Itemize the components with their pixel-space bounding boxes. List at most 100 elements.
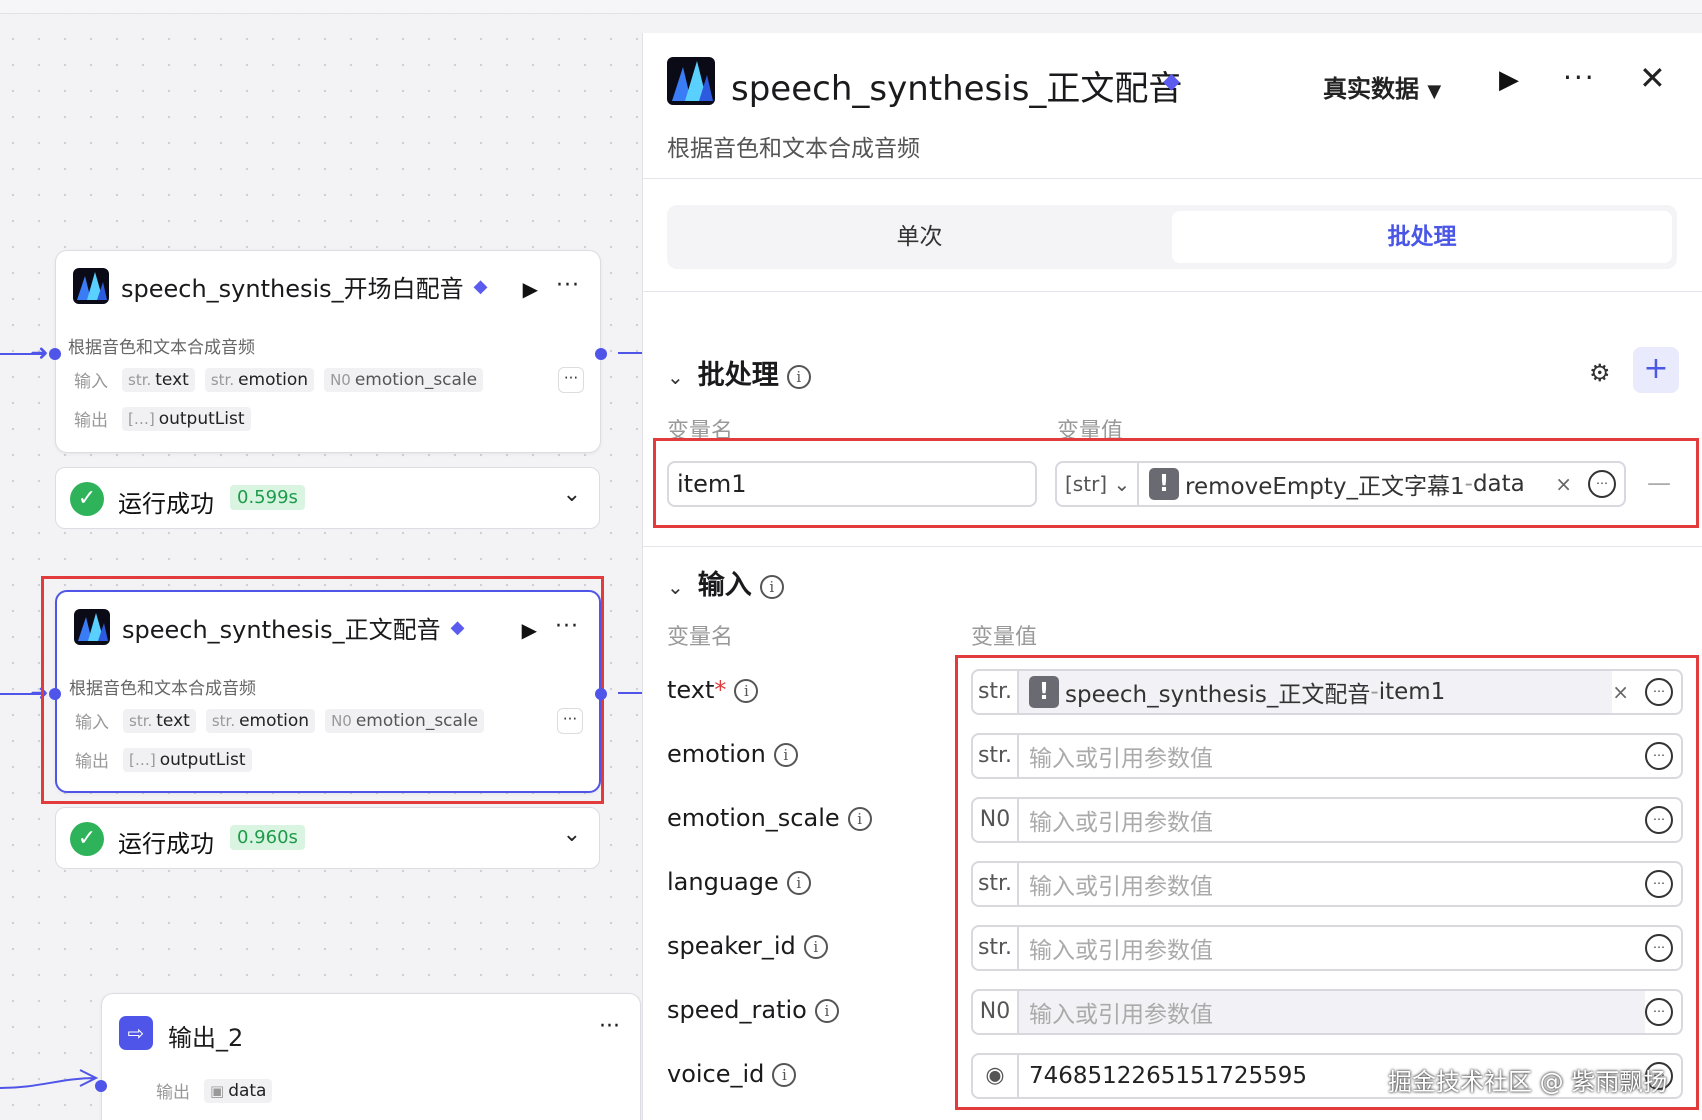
warning-icon: !: [1149, 468, 1179, 500]
param-speed-ratio-input[interactable]: N0 输入或引用参数值 ⋯: [971, 989, 1683, 1035]
type-badge: str.: [973, 927, 1019, 969]
node-speech-synthesis-body[interactable]: speech_synthesis_正文配音 ◆ ▶ ··· 根据音色和文本合成音…: [49, 590, 607, 793]
edge-out-1: [618, 352, 642, 354]
run-status-2[interactable]: ✓ 运行成功 0.960s ⌄: [55, 807, 600, 869]
info-icon: i: [814, 999, 839, 1023]
input-port[interactable]: [49, 688, 61, 700]
gear-icon[interactable]: ⚙: [1589, 359, 1611, 387]
edge-out-2: [618, 692, 642, 694]
status-text: 运行成功: [118, 830, 214, 858]
inputs-label: 输入: [74, 372, 108, 392]
param-speaker-id-input[interactable]: str. 输入或引用参数值 ⋯: [971, 925, 1683, 971]
batch-item-value-ref[interactable]: [str] ⌄ ! removeEmpty_正文字幕1 - data × ⋯: [1055, 461, 1626, 507]
info-icon: i: [803, 935, 828, 959]
add-batch-item-button[interactable]: +: [1633, 347, 1679, 393]
run-node-button[interactable]: ▶: [522, 618, 537, 642]
more-inputs-button[interactable]: ···: [557, 708, 583, 734]
param-label-text: text* i: [667, 676, 759, 704]
variable-ref-icon[interactable]: ⋯: [1645, 998, 1673, 1026]
divider: [643, 178, 1702, 179]
node-more-button[interactable]: ···: [599, 1014, 620, 1039]
run-status-1[interactable]: ✓ 运行成功 0.599s ⌄: [55, 467, 600, 529]
tab-batch[interactable]: 批处理: [1172, 211, 1672, 263]
remove-item-button[interactable]: —: [1647, 469, 1671, 497]
node-title: speech_synthesis_开场白配音: [121, 274, 464, 303]
diamond-icon: ◆: [450, 616, 465, 638]
type-badge: N0: [973, 799, 1019, 841]
node-speech-synthesis-intro[interactable]: speech_synthesis_开场白配音 ◆ ▶ ··· 根据音色和文本合成…: [49, 250, 607, 453]
param-emotion-input[interactable]: str. 输入或引用参数值 ⋯: [971, 733, 1683, 779]
data-mode-select[interactable]: 真实数据 ▼: [1323, 69, 1441, 104]
output-node-icon: ⇨: [119, 1016, 153, 1050]
run-button[interactable]: ▶: [1499, 65, 1519, 95]
app-logo-icon: [74, 609, 110, 645]
param-label-emotion: emotion i: [667, 740, 798, 768]
input-tag: str. emotion: [204, 367, 315, 392]
node-output-2[interactable]: ⇨ 输出_2 ··· 输出 ▣ data: [95, 993, 641, 1120]
info-icon: i: [759, 574, 784, 599]
node-config-panel: speech_synthesis_正文配音 ◆ 真实数据 ▼ ▶ ··· ✕ 根…: [642, 33, 1702, 1120]
param-label-speaker-id: speaker_id i: [667, 932, 828, 960]
tab-single[interactable]: 单次: [667, 205, 1172, 269]
input-tag: str. emotion: [205, 708, 316, 733]
type-select[interactable]: [str] ⌄: [1057, 463, 1139, 505]
param-emotion-scale-input[interactable]: N0 输入或引用参数值 ⋯: [971, 797, 1683, 843]
clear-icon[interactable]: ×: [1612, 680, 1629, 704]
chevron-down-icon[interactable]: ⌄: [563, 822, 581, 847]
type-badge: N0: [973, 991, 1019, 1033]
variable-ref-icon[interactable]: ⋯: [1588, 470, 1616, 498]
column-header-name: 变量名: [667, 625, 734, 650]
node-title: speech_synthesis_正文配音: [122, 615, 441, 644]
info-icon: i: [786, 364, 811, 389]
node-outputs-row: 输出 […] outputList: [75, 747, 252, 772]
diamond-icon: ◆: [1163, 69, 1180, 94]
input-port[interactable]: [95, 1080, 107, 1092]
batch-item-name-input[interactable]: item1: [667, 461, 1037, 507]
workflow-canvas[interactable]: ➜ ➜ speech_synthesis_开场白配音 ◆ ▶ ··· 根据音色和…: [0, 0, 642, 1120]
variable-ref-icon[interactable]: ⋯: [1645, 742, 1673, 770]
node-title: 输出_2: [168, 1024, 244, 1052]
batch-section-header[interactable]: ⌄ 批处理 i: [667, 353, 811, 392]
outputs-label: 输出: [156, 1083, 190, 1103]
panel-description: 根据音色和文本合成音频: [667, 136, 920, 162]
close-icon[interactable]: ✕: [1639, 59, 1666, 97]
output-tag: ▣ data: [204, 1078, 273, 1103]
status-time-badge: 0.960s: [230, 825, 305, 850]
audio-icon: ◉: [973, 1055, 1019, 1097]
chevron-down-icon: ⌄: [667, 575, 684, 599]
node-more-button[interactable]: ···: [556, 273, 580, 298]
mode-tabs: 单次 批处理: [667, 205, 1677, 269]
more-menu-button[interactable]: ···: [1563, 61, 1596, 94]
input-port[interactable]: [49, 348, 61, 360]
type-badge: str.: [973, 863, 1019, 905]
app-logo-icon: [73, 268, 109, 304]
clear-icon[interactable]: ×: [1555, 472, 1572, 496]
chevron-down-icon: ⌄: [667, 365, 684, 389]
watermark: 掘金技术社区 @ 紫雨飘扬: [1388, 1068, 1668, 1096]
output-port[interactable]: [595, 348, 607, 360]
node-inputs-row: 输入 str. text str. emotion N0 emotion_scale: [74, 367, 484, 392]
input-tag: N0 emotion_scale: [324, 367, 484, 392]
warning-icon: !: [1029, 676, 1059, 708]
node-more-button[interactable]: ···: [555, 614, 579, 639]
app-logo-icon: [667, 57, 715, 105]
inputs-section-header[interactable]: ⌄ 输入 i: [667, 563, 784, 602]
chevron-down-icon[interactable]: ⌄: [563, 482, 581, 507]
variable-ref-icon[interactable]: ⋯: [1645, 806, 1673, 834]
param-language-input[interactable]: str. 输入或引用参数值 ⋯: [971, 861, 1683, 907]
divider: [643, 291, 1702, 292]
info-icon: i: [847, 807, 872, 831]
output-tag: […] outputList: [122, 406, 251, 431]
input-tag: N0 emotion_scale: [325, 708, 485, 733]
node-description: 根据音色和文本合成音频: [68, 338, 255, 358]
run-node-button[interactable]: ▶: [523, 277, 538, 301]
more-inputs-button[interactable]: ···: [558, 367, 584, 393]
node-inputs-row: 输入 str. text str. emotion N0 emotion_scale: [75, 708, 485, 733]
variable-ref-icon[interactable]: ⋯: [1645, 870, 1673, 898]
variable-ref-icon[interactable]: ⋯: [1645, 934, 1673, 962]
output-port[interactable]: [595, 688, 607, 700]
param-label-language: language i: [667, 868, 811, 896]
output-tag: […] outputList: [123, 747, 252, 772]
variable-ref-icon[interactable]: ⋯: [1645, 678, 1673, 706]
param-text-value[interactable]: str. ! speech_synthesis_正文配音 - item1 × ⋯: [971, 669, 1683, 715]
